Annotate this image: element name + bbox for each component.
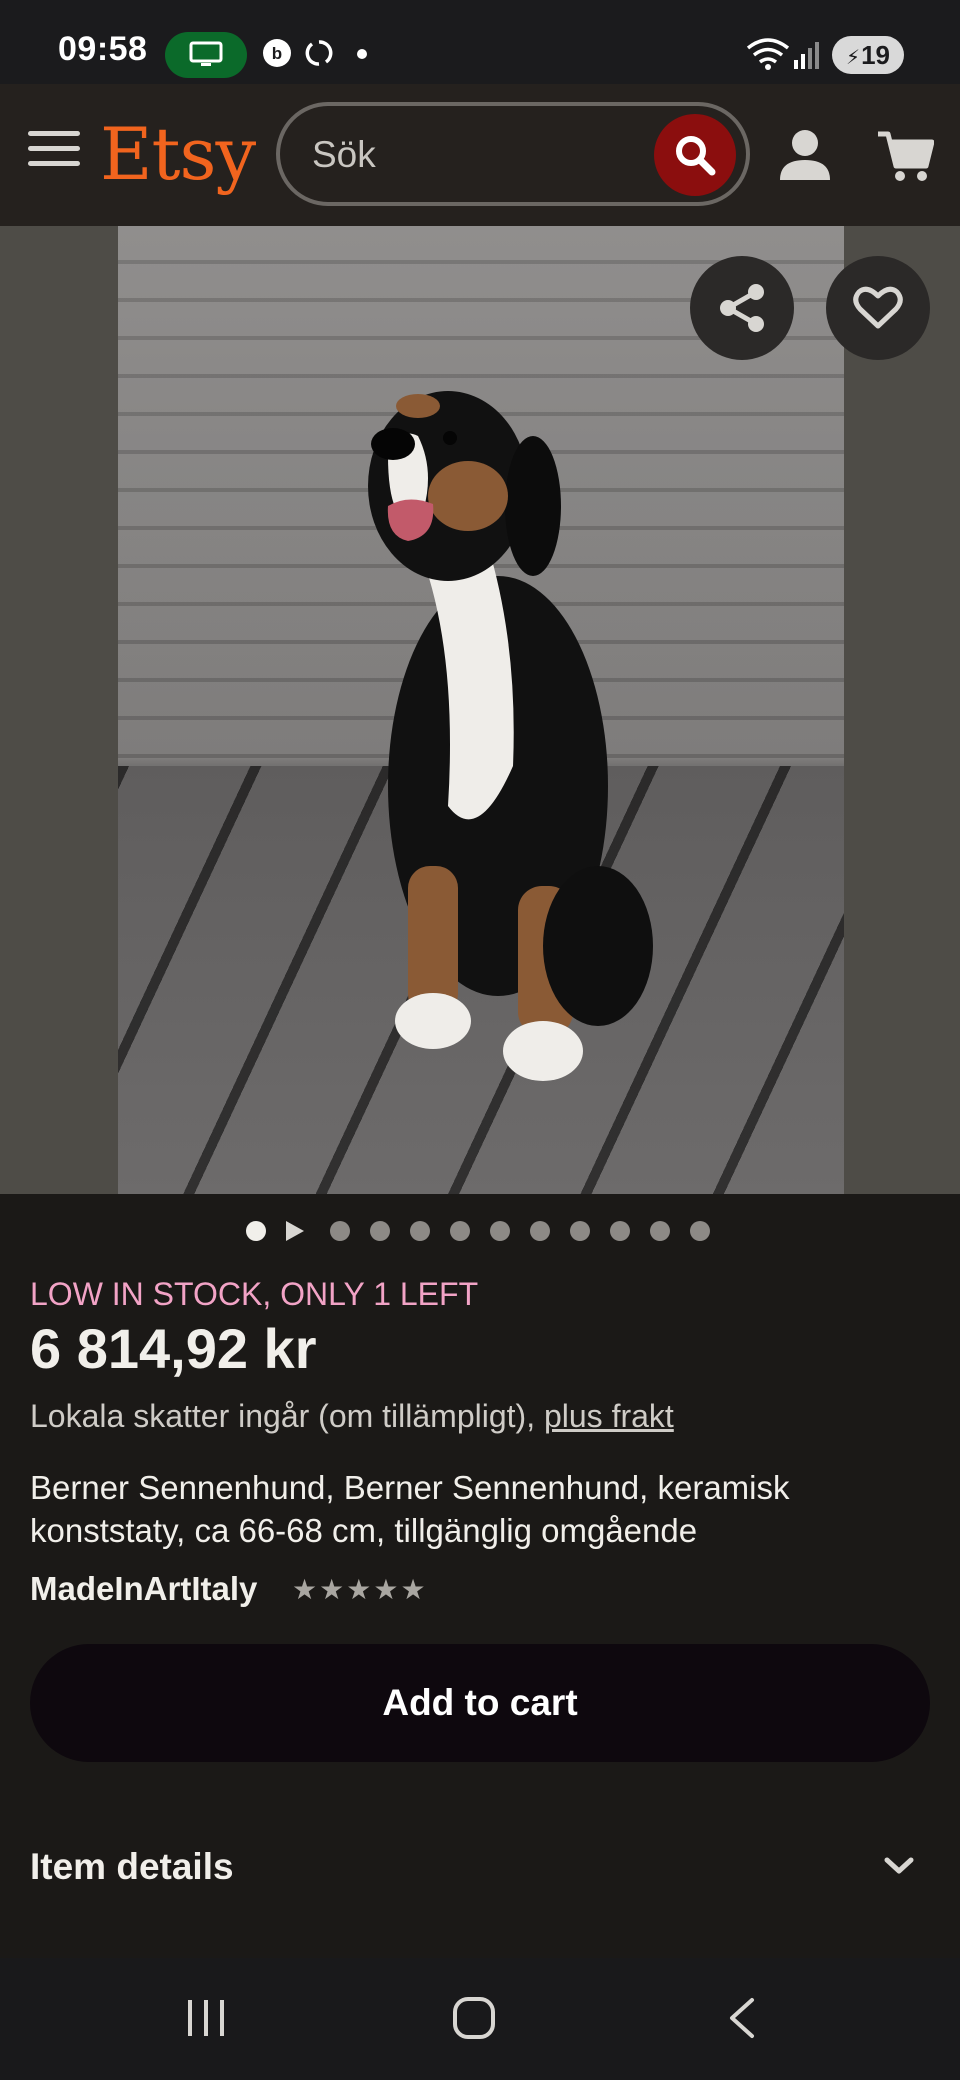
status-time: 09:58: [58, 30, 148, 68]
product-price: 6 814,92 kr: [30, 1317, 317, 1380]
carousel-dot[interactable]: [370, 1221, 390, 1241]
carousel-dot[interactable]: [410, 1221, 430, 1241]
chevron-down-icon[interactable]: [884, 1856, 914, 1876]
b-app-icon: b: [263, 39, 291, 67]
shop-rating: ★★★★★: [292, 1573, 428, 1606]
screen-cast-icon: [189, 41, 223, 66]
dot-icon: [357, 49, 367, 59]
wifi-icon: [746, 38, 790, 70]
carousel-dot[interactable]: [610, 1221, 630, 1241]
shop-name[interactable]: MadeInArtItaly: [30, 1570, 257, 1608]
battery-level: 19: [861, 40, 890, 70]
signal-icon: [794, 42, 819, 69]
star-icon: ★: [319, 1574, 345, 1605]
heart-icon: [853, 286, 903, 329]
favorite-button[interactable]: [826, 256, 930, 360]
stock-notice: LOW IN STOCK, ONLY 1 LEFT: [30, 1276, 479, 1312]
carousel-dot[interactable]: [650, 1221, 670, 1241]
menu-icon: [28, 131, 80, 136]
menu-button[interactable]: [28, 131, 80, 175]
status-bar: 09:58 b ⚡19: [0, 0, 960, 84]
user-icon[interactable]: [778, 128, 832, 182]
share-button[interactable]: [690, 256, 794, 360]
item-details-toggle[interactable]: Item details: [30, 1846, 234, 1888]
etsy-logo[interactable]: Etsy: [100, 112, 256, 196]
back-icon[interactable]: [726, 1996, 756, 2040]
carousel-dot[interactable]: [246, 1221, 266, 1241]
screen-cast-indicator: [165, 32, 247, 78]
sync-icon: [305, 40, 333, 66]
star-icon: ★: [292, 1574, 318, 1605]
star-icon: ★: [346, 1574, 372, 1605]
search-icon: [676, 136, 716, 176]
carousel-dot[interactable]: [330, 1221, 350, 1241]
app-header: Etsy Sök: [0, 84, 960, 226]
recent-apps-icon[interactable]: [186, 1996, 226, 2040]
share-icon: [720, 284, 764, 332]
star-icon: ★: [400, 1574, 426, 1605]
carousel-dot[interactable]: [450, 1221, 470, 1241]
svg-text:b: b: [272, 44, 282, 63]
shipping-link[interactable]: plus frakt: [544, 1398, 674, 1434]
carousel-dot[interactable]: [570, 1221, 590, 1241]
search-bar[interactable]: Sök: [276, 102, 750, 206]
cart-icon[interactable]: [876, 130, 934, 184]
search-input[interactable]: Sök: [312, 134, 376, 176]
video-play-icon[interactable]: [284, 1219, 306, 1243]
star-icon: ★: [373, 1574, 399, 1605]
carousel-dot[interactable]: [530, 1221, 550, 1241]
product-photo[interactable]: [118, 226, 844, 1194]
tax-text: Lokala skatter ingår (om tillämpligt),: [30, 1398, 544, 1434]
carousel-dot[interactable]: [490, 1221, 510, 1241]
product-title: Berner Sennenhund, Berner Sennenhund, ke…: [30, 1469, 790, 1549]
battery-indicator: ⚡19: [832, 36, 904, 74]
add-to-cart-button[interactable]: Add to cart: [30, 1644, 930, 1762]
tax-info: Lokala skatter ingår (om tillämpligt), p…: [30, 1398, 674, 1435]
carousel-dot[interactable]: [690, 1221, 710, 1241]
product-image-gallery[interactable]: [0, 226, 960, 1194]
search-button[interactable]: [654, 114, 736, 196]
dog-statue-illustration: [368, 391, 653, 1081]
system-navigation-bar: [0, 1958, 960, 2080]
home-icon[interactable]: [452, 1996, 496, 2040]
battery-charging-icon: ⚡: [846, 47, 861, 69]
